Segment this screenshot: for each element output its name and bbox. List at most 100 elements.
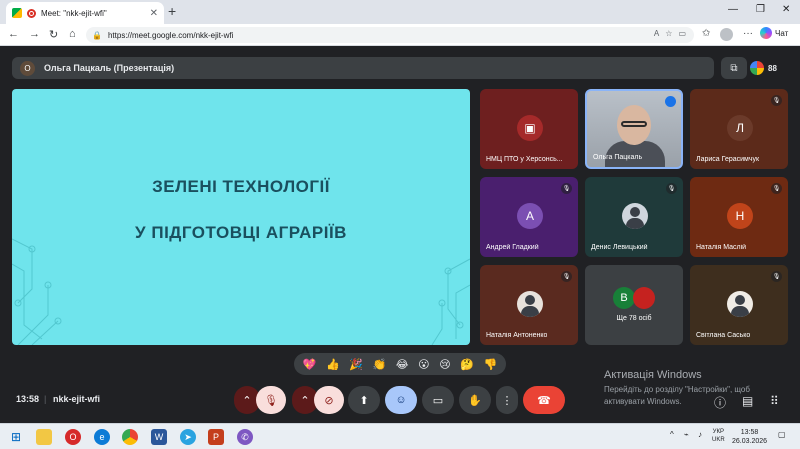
viber-icon[interactable]: ✆ xyxy=(237,429,253,445)
edge-icon[interactable]: e xyxy=(94,429,110,445)
url-field[interactable]: 🔒 https://meet.google.com/nkk-ejit-wfi A… xyxy=(86,27,694,43)
mic-muted-icon: 🎙 xyxy=(561,183,572,194)
camera-toggle-button[interactable]: ⊘ xyxy=(314,386,344,414)
presenter-label: Ольга Пацкаль (Презентація) xyxy=(44,63,175,73)
captions-button[interactable]: ▭ xyxy=(422,386,454,414)
address-bar-row: ← → ↻ ⌂ 🔒 https://meet.google.com/nkk-ej… xyxy=(0,24,800,46)
slide-circuit-decoration xyxy=(12,238,470,345)
participant-tile[interactable]: ▣ НМЦ ПТО у Херсонсь... xyxy=(480,89,578,169)
more-participants-tile[interactable]: В Ще 78 осіб xyxy=(585,265,683,345)
camera-off-icon: ⊘ xyxy=(324,394,334,407)
activities-icon[interactable]: ⠿ xyxy=(770,394,779,408)
organization-logo-icon: ▣ xyxy=(517,115,543,141)
participant-name: Денис Левицький xyxy=(591,244,648,251)
home-icon[interactable]: ⌂ xyxy=(69,28,76,40)
new-tab-button[interactable]: + xyxy=(168,3,176,19)
reload-icon[interactable]: ↻ xyxy=(49,28,58,41)
hand-icon: ✋ xyxy=(468,394,482,407)
reaction-surprised-icon[interactable]: 😮 xyxy=(418,358,429,371)
more-participants-avatars: В xyxy=(613,287,655,309)
reaction-thumbs-down-icon[interactable]: 👎 xyxy=(483,358,497,371)
tray-chevron-icon[interactable]: ^ xyxy=(670,430,674,439)
read-aloud-icon[interactable]: A xyxy=(654,29,659,38)
participant-avatar-rose xyxy=(633,287,655,309)
file-explorer-icon[interactable] xyxy=(36,429,52,445)
presenter-avatar: О xyxy=(20,60,35,76)
participants-icon xyxy=(750,61,764,75)
reaction-laugh-icon[interactable]: 😂 xyxy=(396,358,409,371)
raise-hand-button[interactable]: ✋ xyxy=(459,386,491,414)
participant-name: Лариса Герасимчук xyxy=(696,156,760,163)
chat-icon[interactable]: ▤ xyxy=(742,394,753,408)
reaction-thinking-icon[interactable]: 🤔 xyxy=(460,358,474,371)
participant-name: Ольга Пацкаль xyxy=(593,154,643,161)
minimize-icon[interactable]: — xyxy=(728,4,738,15)
powerpoint-icon[interactable]: P xyxy=(208,429,224,445)
back-icon[interactable]: ← xyxy=(8,28,19,40)
restore-icon[interactable]: ❐ xyxy=(756,4,765,15)
reaction-sad-icon[interactable]: 😢 xyxy=(439,358,450,371)
copilot-chat-button[interactable]: Чат xyxy=(760,27,788,39)
language-code: УКР xyxy=(712,429,724,435)
close-window-icon[interactable]: ✕ xyxy=(782,4,790,15)
start-windows-icon[interactable]: ⊞ xyxy=(8,429,24,445)
reaction-clap-icon[interactable]: 👏 xyxy=(373,358,387,371)
favorite-star-icon[interactable]: ☆ xyxy=(665,29,672,38)
reactions-button[interactable]: ☺ xyxy=(385,386,417,414)
microphone-toggle-button[interactable]: 🎙 xyxy=(256,386,286,414)
participant-tile[interactable]: 🎙 Денис Левицький xyxy=(585,177,683,257)
copilot-icon xyxy=(760,27,772,39)
mic-muted-icon: 🎙 xyxy=(666,183,677,194)
word-icon[interactable]: W xyxy=(151,429,167,445)
participant-tile[interactable]: 🎙 Н Наталія Маслій xyxy=(690,177,788,257)
leave-call-button[interactable]: ☎ xyxy=(523,386,565,414)
url-text: https://meet.google.com/nkk-ejit-wfi xyxy=(107,30,234,40)
volume-icon[interactable]: ♪ xyxy=(698,430,702,439)
participant-tile[interactable]: 🎙 Наталія Антоненко xyxy=(480,265,578,345)
browser-tab-strip: Meet: "nkk-ejit-wfi" ✕ + — ❐ ✕ xyxy=(0,0,800,24)
presenter-bar: О Ольга Пацкаль (Презентація) xyxy=(12,57,714,79)
meet-favicon-icon xyxy=(12,8,22,18)
split-screen-icon[interactable]: ▭ xyxy=(678,29,686,38)
chrome-icon[interactable] xyxy=(122,429,138,445)
telegram-icon[interactable]: ➤ xyxy=(180,429,196,445)
taskbar-clock[interactable]: 13:58 26.03.2026 xyxy=(732,428,767,446)
participant-tile[interactable]: 🎙 Світлана Сасько xyxy=(690,265,788,345)
profile-avatar[interactable] xyxy=(720,28,733,41)
more-options-button[interactable]: ⋮ xyxy=(496,386,518,414)
slide-title-line-2: У ПІДГОТОВЦІ АГРАРІЇВ xyxy=(135,223,347,242)
close-tab-icon[interactable]: ✕ xyxy=(150,8,158,19)
watermark-title: Активація Windows xyxy=(604,369,702,381)
more-vertical-icon: ⋮ xyxy=(501,394,513,407)
favorites-icon[interactable]: ✩ xyxy=(702,28,710,39)
watermark-line-1: Перейдіть до розділу "Настройки", щоб xyxy=(604,385,750,394)
chevron-up-icon: ⌃ xyxy=(300,394,310,407)
present-screen-button[interactable]: ⬆ xyxy=(348,386,380,414)
input-language[interactable]: УКР UKR xyxy=(712,428,725,444)
windows-activation-watermark: Активація Windows Перейдіть до розділу "… xyxy=(604,369,750,408)
taskbar-date: 26.03.2026 xyxy=(732,438,768,445)
participant-tile-speaking[interactable]: Ольга Пацкаль xyxy=(585,89,683,169)
reactions-bar: 💖 👍 🎉 👏 😂 😮 😢 🤔 👎 xyxy=(294,353,506,375)
participants-button[interactable]: 88 xyxy=(750,57,790,79)
participant-tile[interactable]: 🎙 А Андрей Гладкий xyxy=(480,177,578,257)
participant-tile[interactable]: 🎙 Л Лариса Герасимчук xyxy=(690,89,788,169)
reaction-party-icon[interactable]: 🎉 xyxy=(349,358,363,371)
reaction-thumbs-up-icon[interactable]: 👍 xyxy=(326,358,340,371)
change-layout-button[interactable]: ⧉ xyxy=(721,57,747,79)
reaction-heart-icon[interactable]: 💖 xyxy=(303,358,317,371)
watermark-text: Перейдіть до розділу "Настройки", щоб ак… xyxy=(604,384,750,408)
meeting-details-icon[interactable]: ⓘ xyxy=(714,394,726,411)
network-icon[interactable]: ⌁ xyxy=(684,430,689,439)
participant-avatar: В xyxy=(613,287,635,309)
more-menu-icon[interactable]: ··· xyxy=(743,28,753,39)
notifications-icon[interactable]: ▢ xyxy=(778,430,786,439)
windows-taskbar: ⊞ O e W ➤ P ✆ ^ ⌁ ♪ УКР UKR 13:58 26.03.… xyxy=(0,423,800,449)
mic-muted-icon: 🎙 xyxy=(771,95,782,106)
taskbar-time: 13:58 xyxy=(740,429,759,436)
browser-tab-meet[interactable]: Meet: "nkk-ejit-wfi" ✕ xyxy=(6,2,164,24)
site-info-icon[interactable]: 🔒 xyxy=(92,31,102,40)
opera-icon[interactable]: O xyxy=(65,429,81,445)
forward-icon[interactable]: → xyxy=(29,28,40,40)
tab-title: Meet: "nkk-ejit-wfi" xyxy=(41,8,107,18)
